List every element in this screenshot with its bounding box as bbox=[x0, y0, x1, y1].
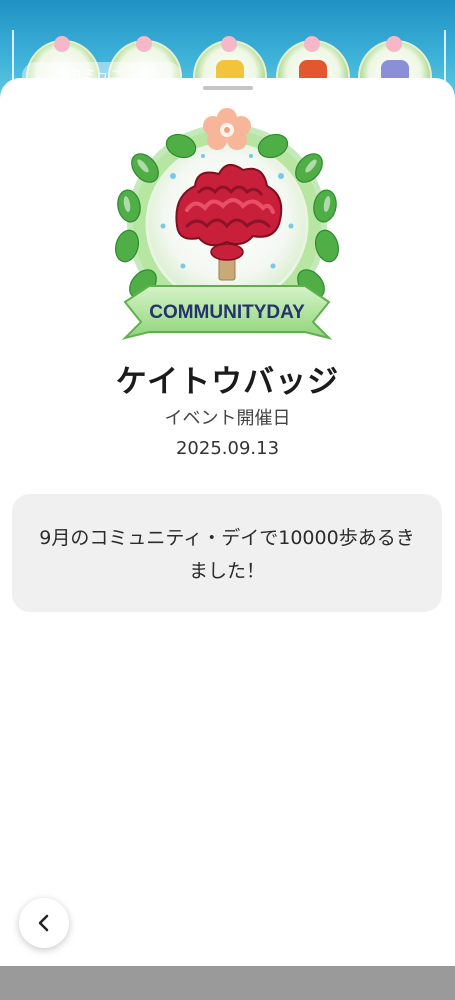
back-button[interactable] bbox=[19, 898, 69, 948]
badge-detail-sheet: COMMUNITYDAY ケイトウバッジ イベント開催日 2025.09.13 … bbox=[0, 78, 455, 966]
badge-category: イベント開催日 bbox=[164, 408, 291, 429]
system-navigation-bar bbox=[0, 966, 455, 1000]
badge-description: 9月のコミュニティ・デイで10000歩あるきました！ bbox=[39, 527, 415, 582]
keitou-badge-image: COMMUNITYDAY bbox=[114, 108, 340, 340]
badge-ribbon-text: COMMUNITYDAY bbox=[149, 302, 305, 323]
badge-title: ケイトウバッジ bbox=[115, 364, 340, 400]
badge-date: 2025.09.13 bbox=[175, 438, 280, 459]
badge-description-box: 9月のコミュニティ・デイで10000歩あるきました！ bbox=[12, 494, 442, 612]
drag-handle[interactable] bbox=[203, 86, 253, 90]
chevron-left-icon bbox=[38, 914, 49, 932]
